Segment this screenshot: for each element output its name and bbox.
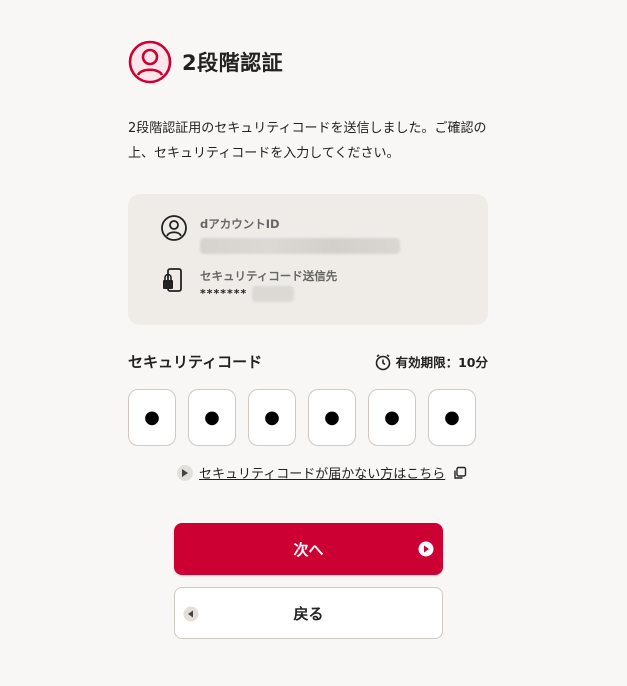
next-button[interactable]: 次へ [174,523,443,575]
code-digit-input[interactable]: ● [248,389,296,446]
user-circle-icon [161,215,187,241]
phone-lock-icon [163,268,182,292]
destination-value: ******* [200,287,248,300]
external-window-icon [454,466,467,479]
code-digit-input[interactable]: ● [368,389,416,446]
back-button-label: 戻る [293,604,324,623]
timer-icon [375,353,390,370]
code-not-received-link[interactable]: セキュリティコードが届かない方はこちら [199,463,445,482]
expiry-info: 有効期限：10分 [374,352,488,371]
account-info-card: dアカウントID セキュリティコード送信先 ******* [128,194,488,325]
account-id-label: dアカウントID [200,217,280,231]
user-circle-icon [128,40,172,84]
expiry-text: 有効期限：10分 [395,355,488,370]
code-digit-input[interactable]: ● [188,389,236,446]
next-button-label: 次へ [293,540,324,559]
security-code-label: セキュリティコード [128,353,263,371]
back-button[interactable]: 戻る [174,587,443,639]
help-link-row: セキュリティコードが届かない方はこちら [177,463,467,482]
code-digit-input[interactable]: ● [128,389,176,446]
arrow-left-circle-icon [183,606,199,622]
page-header: 2段階認証 [128,40,283,84]
page-title: 2段階認証 [182,51,284,75]
destination-label: セキュリティコード送信先 [200,269,338,283]
destination-value-redacted [252,286,294,302]
code-digit-input[interactable]: ● [428,389,476,446]
description-text: 2段階認証用のセキュリティコードを送信しました。ご確認の上、セキュリティコードを… [128,121,487,161]
arrow-right-circle-icon [418,541,434,557]
code-digit-input[interactable]: ● [308,389,356,446]
security-code-inputs: ● ● ● ● ● ● [128,389,476,446]
account-id-value-redacted [200,238,400,254]
play-icon [177,464,193,481]
